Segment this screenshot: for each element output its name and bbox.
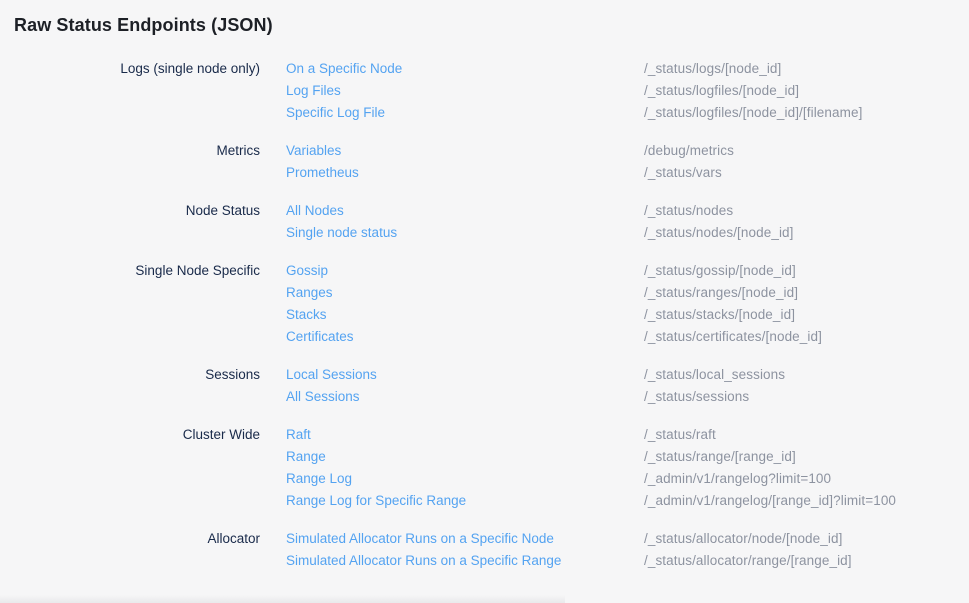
- endpoint-link[interactable]: Certificates: [286, 326, 644, 348]
- section-rows: Local Sessions /_status/local_sessions A…: [260, 364, 955, 408]
- section-rows: On a Specific Node /_status/logs/[node_i…: [260, 58, 955, 124]
- endpoint-path: /_status/nodes: [644, 200, 733, 222]
- endpoint-link[interactable]: Gossip: [286, 260, 644, 282]
- endpoint-row: Certificates /_status/certificates/[node…: [286, 326, 955, 348]
- endpoint-section: Node Status All Nodes /_status/nodes Sin…: [14, 200, 955, 244]
- endpoint-path: /_status/nodes/[node_id]: [644, 222, 794, 244]
- endpoint-section: Metrics Variables /debug/metrics Prometh…: [14, 140, 955, 184]
- endpoint-path: /_status/logs/[node_id]: [644, 58, 781, 80]
- endpoint-path: /_status/allocator/node/[node_id]: [644, 528, 842, 550]
- endpoint-link[interactable]: Log Files: [286, 80, 644, 102]
- endpoint-path: /_status/local_sessions: [644, 364, 785, 386]
- endpoint-row: Simulated Allocator Runs on a Specific N…: [286, 528, 955, 550]
- endpoint-link[interactable]: Range Log: [286, 468, 644, 490]
- section-rows: Simulated Allocator Runs on a Specific N…: [260, 528, 955, 572]
- endpoint-row: On a Specific Node /_status/logs/[node_i…: [286, 58, 955, 80]
- endpoint-path: /debug/metrics: [644, 140, 734, 162]
- page-title: Raw Status Endpoints (JSON): [14, 13, 955, 37]
- endpoint-link[interactable]: Prometheus: [286, 162, 644, 184]
- category-label: Allocator: [14, 528, 260, 550]
- endpoint-row: Prometheus /_status/vars: [286, 162, 955, 184]
- endpoint-link[interactable]: Raft: [286, 424, 644, 446]
- endpoint-link[interactable]: Range Log for Specific Range: [286, 490, 644, 512]
- endpoint-path: /_admin/v1/rangelog?limit=100: [644, 468, 831, 490]
- endpoint-path: /_status/vars: [644, 162, 722, 184]
- endpoint-section: Single Node Specific Gossip /_status/gos…: [14, 260, 955, 348]
- endpoint-link[interactable]: Specific Log File: [286, 102, 644, 124]
- endpoint-path: /_status/raft: [644, 424, 716, 446]
- endpoint-path: /_status/gossip/[node_id]: [644, 260, 796, 282]
- endpoint-path: /_admin/v1/rangelog/[range_id]?limit=100: [644, 490, 896, 512]
- endpoint-row: Local Sessions /_status/local_sessions: [286, 364, 955, 386]
- endpoint-row: Gossip /_status/gossip/[node_id]: [286, 260, 955, 282]
- debug-endpoints-page: Raw Status Endpoints (JSON) Logs (single…: [0, 0, 969, 603]
- endpoint-link[interactable]: Single node status: [286, 222, 644, 244]
- endpoint-path: /_status/stacks/[node_id]: [644, 304, 795, 326]
- endpoint-link[interactable]: All Sessions: [286, 386, 644, 408]
- section-rows: All Nodes /_status/nodes Single node sta…: [260, 200, 955, 244]
- endpoint-row: Raft /_status/raft: [286, 424, 955, 446]
- category-label: Node Status: [14, 200, 260, 222]
- endpoint-row: Log Files /_status/logfiles/[node_id]: [286, 80, 955, 102]
- endpoint-path: /_status/logfiles/[node_id]/[filename]: [644, 102, 862, 124]
- endpoint-section: Logs (single node only) On a Specific No…: [14, 58, 955, 124]
- endpoint-row: Specific Log File /_status/logfiles/[nod…: [286, 102, 955, 124]
- bottom-shadow-strip: [0, 595, 565, 603]
- section-rows: Gossip /_status/gossip/[node_id] Ranges …: [260, 260, 955, 348]
- endpoint-row: Range Log for Specific Range /_admin/v1/…: [286, 490, 955, 512]
- endpoint-row: Range /_status/range/[range_id]: [286, 446, 955, 468]
- endpoint-link[interactable]: On a Specific Node: [286, 58, 644, 80]
- category-label: Metrics: [14, 140, 260, 162]
- endpoint-row: Simulated Allocator Runs on a Specific R…: [286, 550, 955, 572]
- endpoint-section: Sessions Local Sessions /_status/local_s…: [14, 364, 955, 408]
- endpoint-link[interactable]: Local Sessions: [286, 364, 644, 386]
- category-label: Single Node Specific: [14, 260, 260, 282]
- endpoint-path: /_status/sessions: [644, 386, 749, 408]
- endpoint-row: All Sessions /_status/sessions: [286, 386, 955, 408]
- endpoint-row: Variables /debug/metrics: [286, 140, 955, 162]
- endpoint-link[interactable]: Variables: [286, 140, 644, 162]
- section-rows: Raft /_status/raft Range /_status/range/…: [260, 424, 955, 512]
- endpoint-path: /_status/allocator/range/[range_id]: [644, 550, 852, 572]
- category-label: Cluster Wide: [14, 424, 260, 446]
- endpoint-path: /_status/certificates/[node_id]: [644, 326, 822, 348]
- endpoint-row: Single node status /_status/nodes/[node_…: [286, 222, 955, 244]
- endpoint-link[interactable]: Range: [286, 446, 644, 468]
- endpoint-link[interactable]: Ranges: [286, 282, 644, 304]
- section-rows: Variables /debug/metrics Prometheus /_st…: [260, 140, 955, 184]
- endpoint-link[interactable]: All Nodes: [286, 200, 644, 222]
- endpoint-path: /_status/ranges/[node_id]: [644, 282, 798, 304]
- category-label: Sessions: [14, 364, 260, 386]
- endpoint-section: Allocator Simulated Allocator Runs on a …: [14, 528, 955, 572]
- endpoint-link[interactable]: Simulated Allocator Runs on a Specific R…: [286, 550, 644, 572]
- endpoint-link[interactable]: Stacks: [286, 304, 644, 326]
- endpoint-row: Ranges /_status/ranges/[node_id]: [286, 282, 955, 304]
- endpoint-sections: Logs (single node only) On a Specific No…: [14, 58, 955, 572]
- endpoint-section: Cluster Wide Raft /_status/raft Range /_…: [14, 424, 955, 512]
- endpoint-link[interactable]: Simulated Allocator Runs on a Specific N…: [286, 528, 644, 550]
- endpoint-row: Stacks /_status/stacks/[node_id]: [286, 304, 955, 326]
- endpoint-path: /_status/range/[range_id]: [644, 446, 796, 468]
- endpoint-path: /_status/logfiles/[node_id]: [644, 80, 799, 102]
- endpoint-row: All Nodes /_status/nodes: [286, 200, 955, 222]
- category-label: Logs (single node only): [14, 58, 260, 80]
- endpoint-row: Range Log /_admin/v1/rangelog?limit=100: [286, 468, 955, 490]
